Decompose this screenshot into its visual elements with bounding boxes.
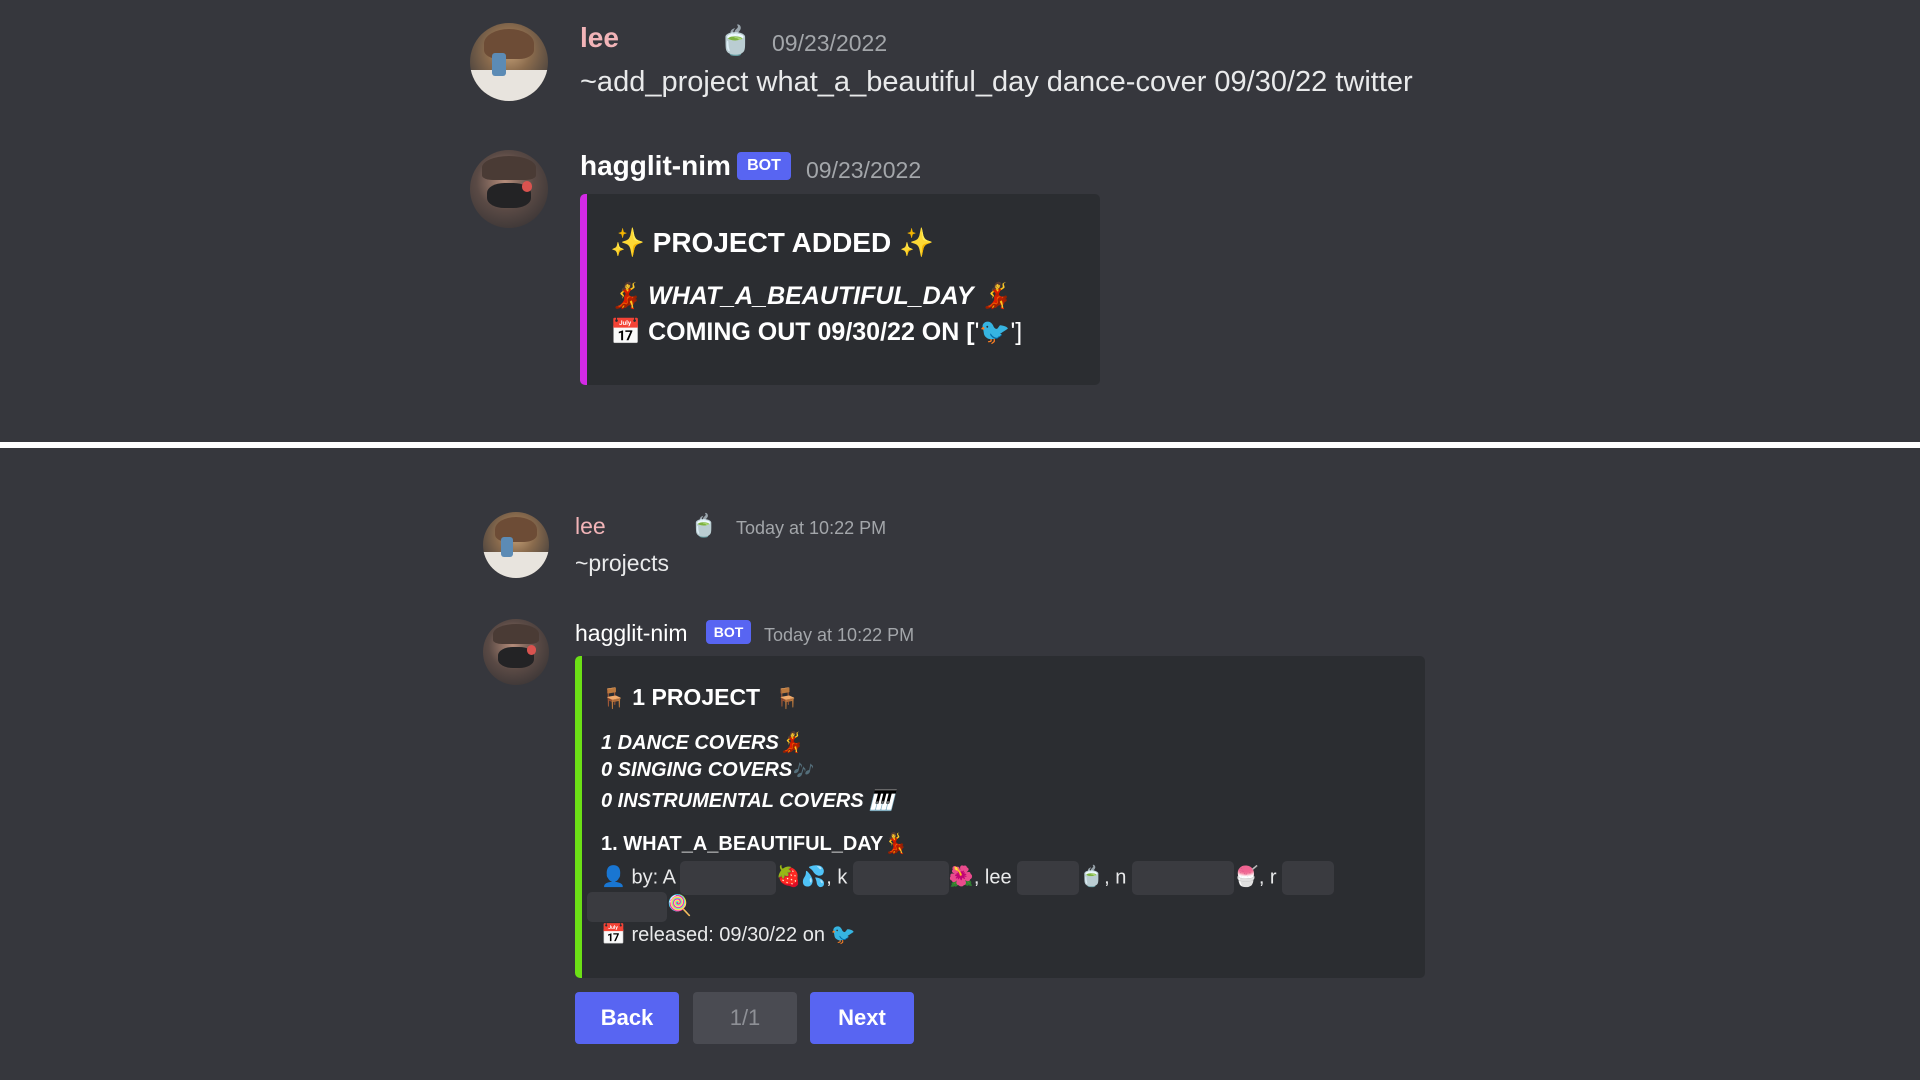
bot-badge: BOT <box>706 620 751 644</box>
embed-accent-bar <box>575 656 582 978</box>
hibiscus-icon: 🌺 <box>948 866 974 889</box>
project-name: WHAT_A_BEAUTIFUL_DAY <box>648 282 974 310</box>
release-text: COMING OUT 09/30/22 ON [ <box>648 318 975 346</box>
timestamp: Today at 10:22 PM <box>764 625 915 645</box>
piano-icon: 🎹 <box>869 790 895 812</box>
sparkles-icon: ✨ <box>610 227 645 258</box>
screenshot-divider <box>0 442 1920 448</box>
username[interactable]: hagglit-nim <box>580 150 731 182</box>
embed-title: 🪑 1 PROJECT 🪑 <box>601 684 799 711</box>
timestamp: Today at 10:22 PM <box>736 518 887 538</box>
calendar-icon: 📅 <box>601 924 626 946</box>
embed-title-text: PROJECT ADDED <box>652 227 892 258</box>
contributors-label: by: A <box>631 866 675 889</box>
redacted-name <box>1282 861 1335 895</box>
redacted-name <box>852 861 949 895</box>
music-notes-icon: 🎶 <box>792 763 813 780</box>
redacted-name <box>1017 861 1080 895</box>
redacted-name <box>1131 861 1234 895</box>
lollipop-icon: 🍭 <box>667 895 692 918</box>
calendar-icon: 📅 <box>610 318 642 346</box>
embed-line: 💃 WHAT_A_BEAUTIFUL_DAY 💃 <box>610 282 1011 311</box>
avatar[interactable] <box>470 150 548 228</box>
avatar[interactable] <box>470 23 548 101</box>
avatar[interactable] <box>483 619 549 685</box>
instrumental-count: 0 INSTRUMENTAL COVERS 🎹 <box>601 788 894 813</box>
embed: ✨ PROJECT ADDED ✨ 💃 WHAT_A_BEAUTIFUL_DAY… <box>580 194 1100 385</box>
release-suffix: '] <box>1010 318 1023 346</box>
chair-icon: 🪑 <box>601 688 626 710</box>
embed-line: 📅 COMING OUT 09/30/22 ON ['🐦'] <box>610 318 1022 347</box>
project-item-text: 1. WHAT_A_BEAUTIFUL_DAY <box>601 833 884 855</box>
contributor-k: , k <box>826 866 848 889</box>
person-icon: 👤 <box>601 866 626 889</box>
dancer-icon: 💃 <box>980 282 1012 310</box>
dancer-icon: 💃 <box>610 282 642 310</box>
back-button[interactable]: Back <box>575 992 679 1044</box>
dance-count-text: 1 DANCE COVERS <box>601 732 779 754</box>
dancer-icon: 💃 <box>778 732 804 754</box>
tea-icon: 🍵 <box>1079 866 1105 889</box>
embed-accent-bar <box>580 194 587 385</box>
next-button[interactable]: Next <box>810 992 914 1044</box>
project-item-title: 1. WHAT_A_BEAUTIFUL_DAY💃 <box>601 831 908 856</box>
shaved-ice-icon: 🍧 <box>1233 866 1259 889</box>
contributors-line-wrap: 🍭 <box>587 892 692 922</box>
message-text: ~projects <box>575 550 669 576</box>
bot-badge: BOT <box>737 152 791 180</box>
username[interactable]: hagglit-nim <box>575 620 688 647</box>
twitter-bird-icon: 🐦 <box>979 318 1011 346</box>
avatar[interactable] <box>483 512 549 578</box>
contributors-line: 👤 by: A 🍓💦, k 🌺, lee 🍵, n 🍧, r <box>601 861 1335 895</box>
status-emoji: 🍵 <box>718 25 753 56</box>
contributor-lee: , lee <box>973 866 1012 889</box>
message-text: ~add_project what_a_beautiful_day dance-… <box>580 66 1413 98</box>
singing-count-text: 0 SINGING COVERS <box>601 759 793 781</box>
dance-count: 1 DANCE COVERS💃 <box>601 730 804 755</box>
redacted-name <box>680 861 777 895</box>
redacted-name <box>587 892 667 922</box>
status-emoji: 🍵 <box>690 513 718 538</box>
contributor-n: , n <box>1104 866 1127 889</box>
username[interactable]: lee <box>575 513 606 540</box>
release-line: 📅 released: 09/30/22 on 🐦 <box>601 922 855 947</box>
embed: 🪑 1 PROJECT 🪑 1 DANCE COVERS💃 0 SINGING … <box>575 656 1425 978</box>
page-indicator: 1/1 <box>693 992 797 1044</box>
twitter-bird-icon: 🐦 <box>830 924 856 946</box>
chair-icon: 🪑 <box>774 688 800 710</box>
timestamp: 09/23/2022 <box>772 30 888 56</box>
timestamp: 09/23/2022 <box>806 157 922 183</box>
release-text: released: 09/30/22 on <box>631 924 825 946</box>
singing-count: 0 SINGING COVERS🎶 <box>601 759 812 782</box>
instrumental-count-text: 0 INSTRUMENTAL COVERS <box>601 790 864 812</box>
strawberry-sweat-icon: 🍓💦 <box>776 866 827 889</box>
sparkles-icon: ✨ <box>898 227 934 258</box>
embed-title: ✨ PROJECT ADDED ✨ <box>610 226 934 259</box>
embed-title-text: 1 PROJECT <box>632 684 761 710</box>
dancer-icon: 💃 <box>883 833 909 855</box>
username[interactable]: lee <box>580 22 619 54</box>
contributor-r: , r <box>1258 866 1277 889</box>
